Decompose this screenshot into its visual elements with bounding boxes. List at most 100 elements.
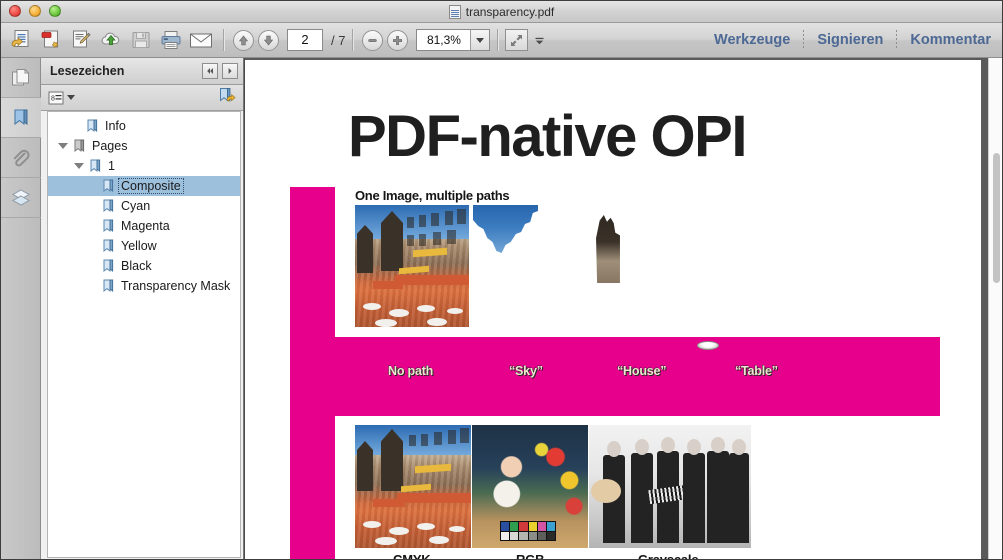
expand-panel-button[interactable]: [222, 63, 238, 79]
bookmark-icon: [103, 219, 114, 233]
tree-item-label: 1: [108, 159, 115, 173]
twisty-page-1[interactable]: [72, 156, 85, 176]
bookmark-icon: [103, 239, 114, 253]
open-previous-document-button[interactable]: [6, 26, 36, 55]
zoom-dropdown-button[interactable]: [470, 30, 490, 50]
tree-item-label: Cyan: [121, 199, 151, 213]
chevron-right-icon: [228, 68, 232, 74]
cloud-upload-icon: [101, 32, 120, 46]
pdf-page: PDF-native OPI One Image, multiple paths: [245, 60, 981, 560]
bookmarks-panel: Lesezeichen 8 Info Pages 1 Composite Cya…: [41, 58, 244, 560]
previous-page-button[interactable]: [233, 29, 254, 51]
bookmark-icon: [103, 199, 114, 213]
pages-icon: [12, 69, 29, 86]
upload-to-cloud-button[interactable]: [96, 26, 126, 55]
toolbar-separator-3: [497, 29, 499, 51]
options-list-icon: 8: [48, 91, 64, 104]
chevron-down-icon: [73, 163, 84, 169]
zoom-level-value[interactable]: 81,3%: [417, 33, 470, 47]
document-view[interactable]: PDF-native OPI One Image, multiple paths: [245, 58, 1003, 560]
edit-pdf-button[interactable]: [66, 26, 96, 55]
tree-item-cyan[interactable]: Cyan: [48, 196, 240, 216]
collapse-panel-button[interactable]: [202, 63, 218, 79]
menu-item-signieren[interactable]: Signieren: [815, 32, 885, 48]
twisty-placeholder: [74, 116, 87, 136]
bookmark-icon: [103, 259, 114, 273]
tree-item-yellow[interactable]: Yellow: [48, 236, 240, 256]
image-grayscale: [589, 425, 751, 548]
twisty-pages[interactable]: [56, 136, 69, 156]
document-back-icon: [11, 30, 29, 48]
bookmarks-tree[interactable]: Info Pages 1 Composite Cyan Magenta Yell…: [47, 111, 241, 558]
window-title-group: transparency.pdf: [0, 0, 1003, 23]
tree-item-label: Info: [105, 119, 126, 133]
chevron-down-icon: [476, 37, 485, 43]
tree-item-info[interactable]: Info: [48, 116, 240, 136]
path-label-no-path: No path: [388, 364, 434, 378]
vertical-scrollbar[interactable]: [988, 58, 1003, 560]
tree-item-black[interactable]: Black: [48, 256, 240, 276]
layers-icon: [11, 188, 30, 206]
right-menu-group: Werkzeuge Signieren Kommentar: [712, 30, 1003, 50]
envelope-icon: [190, 33, 212, 48]
tree-item-page-1[interactable]: 1: [48, 156, 240, 176]
page-number-input[interactable]: 2: [287, 29, 323, 51]
zoom-group: 81,3%: [360, 29, 491, 51]
bookmark-options-button[interactable]: 8: [48, 91, 75, 105]
save-button[interactable]: [126, 26, 156, 55]
caption-rgb: RGB: [516, 552, 545, 560]
path-label-table: “Table”: [735, 364, 778, 378]
window-title: transparency.pdf: [465, 4, 555, 19]
minimize-window-button[interactable]: [29, 5, 41, 17]
document-edit-icon: [73, 30, 91, 48]
path-label-house: “House”: [617, 364, 667, 378]
page-navigation-group: 2 / 7: [231, 29, 345, 51]
chevron-down-icon: [67, 95, 75, 100]
chevron-down-small-icon: [535, 37, 544, 44]
bookmarks-panel-title: Lesezeichen: [50, 64, 125, 78]
menu-item-kommentar[interactable]: Kommentar: [908, 32, 993, 48]
new-bookmark-icon: [220, 87, 236, 102]
next-page-button[interactable]: [258, 29, 279, 51]
rail-item-attachments[interactable]: [0, 138, 41, 178]
file-tools-group: [6, 26, 216, 55]
zoom-level-combobox[interactable]: 81,3%: [416, 29, 491, 51]
fit-page-button[interactable]: [505, 29, 529, 51]
view-options-button[interactable]: [528, 26, 550, 55]
menu-divider-1: [803, 30, 805, 50]
caption-cmyk: CMYK: [393, 552, 431, 560]
rail-item-bookmarks[interactable]: [0, 98, 41, 138]
rail-item-page-thumbnails[interactable]: [0, 58, 41, 98]
plus-circle-icon: [393, 35, 403, 45]
svg-text:8: 8: [51, 95, 55, 102]
email-button[interactable]: [186, 26, 216, 55]
image-cmyk: [355, 425, 471, 548]
new-bookmark-button[interactable]: [218, 87, 236, 109]
create-pdf-button[interactable]: [36, 26, 66, 55]
vertical-scrollbar-thumb[interactable]: [993, 153, 1000, 283]
image-no-path: [355, 205, 469, 327]
fit-page-icon: [511, 34, 523, 46]
zoom-in-button[interactable]: [387, 29, 409, 51]
tree-item-transparency-mask[interactable]: Transparency Mask: [48, 276, 240, 296]
close-window-button[interactable]: [9, 5, 21, 17]
rail-item-layers[interactable]: [0, 178, 41, 218]
arrow-down-circle-icon: [263, 35, 274, 45]
maximize-window-button[interactable]: [49, 5, 61, 17]
toolbar-separator-2: [352, 29, 354, 51]
bookmark-icon: [87, 119, 98, 133]
tree-item-magenta[interactable]: Magenta: [48, 216, 240, 236]
print-button[interactable]: [156, 26, 186, 55]
section-subheading: One Image, multiple paths: [355, 188, 510, 203]
window-controls: [9, 5, 61, 17]
menu-item-werkzeuge[interactable]: Werkzeuge: [712, 32, 792, 48]
application-window: transparency.pdf 2 / 7 81,3% Werkzeuge S…: [0, 0, 1003, 560]
main-toolbar: 2 / 7 81,3% Werkzeuge Signieren Kommenta…: [0, 23, 1003, 58]
tree-item-label: Transparency Mask: [121, 279, 231, 293]
tree-item-pages[interactable]: Pages: [48, 136, 240, 156]
page-title: PDF-native OPI: [348, 104, 747, 169]
bookmark-icon: [103, 279, 114, 293]
page-total-label: / 7: [331, 32, 346, 48]
zoom-out-button[interactable]: [362, 29, 384, 51]
tree-item-composite[interactable]: Composite: [48, 176, 240, 196]
